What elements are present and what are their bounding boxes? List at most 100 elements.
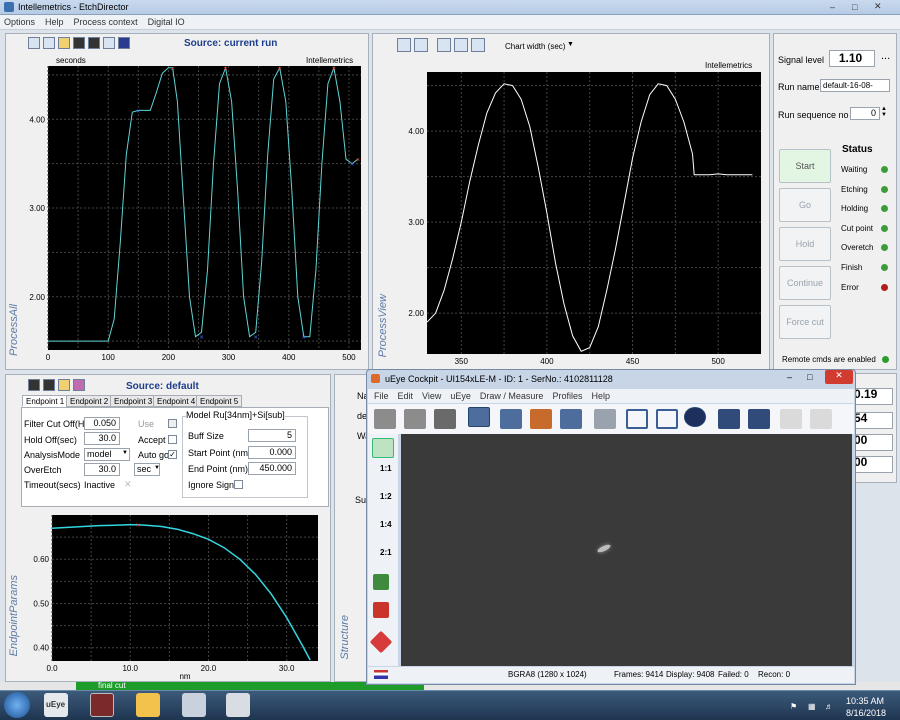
chevron-down-icon[interactable]: ▼	[567, 41, 574, 48]
ueye-menu-view[interactable]: View	[422, 391, 441, 401]
scatter-chart-icon[interactable]	[437, 38, 451, 52]
save-as-icon[interactable]	[88, 37, 100, 49]
network-icon[interactable]: ▦	[808, 702, 816, 711]
ueye-menu-help[interactable]: Help	[591, 391, 610, 401]
delete-overlay-icon[interactable]	[373, 602, 389, 618]
buff-size-input[interactable]: 5	[248, 429, 296, 442]
aoi-delete-icon[interactable]	[656, 409, 678, 429]
end-point-input[interactable]: 450.000	[248, 462, 296, 475]
accept-checkbox[interactable]	[168, 435, 177, 444]
ueye-menu-profiles[interactable]: Profiles	[552, 391, 582, 401]
wrench-icon[interactable]	[594, 409, 616, 429]
bar-chart-icon[interactable]	[454, 38, 468, 52]
save-icon[interactable]	[73, 37, 85, 49]
hold-off-input[interactable]: 30.0	[84, 432, 120, 445]
menu-options[interactable]: Options	[4, 17, 35, 27]
overetch-input[interactable]: 30.0	[84, 463, 120, 476]
clear-icon[interactable]: ✕	[124, 479, 132, 490]
y-tick-label: 0.60	[33, 555, 49, 564]
tab-endpoint-4[interactable]: Endpoint 4	[153, 395, 200, 407]
hold-button[interactable]: Hold	[779, 227, 831, 261]
chart-width-dropdown[interactable]: Chart width (sec)	[505, 42, 565, 51]
tab-endpoint-5[interactable]: Endpoint 5	[196, 395, 243, 407]
ueye-maximize-icon[interactable]: □	[807, 372, 812, 382]
camera-image-view[interactable]	[401, 434, 852, 666]
flag-tray-icon[interactable]: ⚑	[790, 702, 797, 711]
ueye-minimize-icon[interactable]: –	[787, 372, 792, 382]
more-button[interactable]: ...	[881, 50, 890, 62]
ueye-menu-ueye[interactable]: uEye	[450, 391, 471, 401]
snipping-tool-icon[interactable]	[226, 693, 250, 717]
chart-icon[interactable]	[28, 37, 40, 49]
ueye-menu-file[interactable]: File	[374, 391, 389, 401]
save-icon[interactable]	[28, 379, 40, 391]
spinner-icon[interactable]: ▲ ▼	[881, 106, 887, 118]
tab-endpoint-3[interactable]: Endpoint 3	[110, 395, 157, 407]
start-point-input[interactable]: 0.000	[248, 446, 296, 459]
filter-cutoff-input[interactable]: 0.050	[84, 417, 120, 430]
palette-dropdown-icon[interactable]	[118, 37, 130, 49]
endpoint-tab-content: Filter Cut Off(Hz) 0.050 Hold Off(sec) 3…	[21, 407, 329, 507]
copy-icon[interactable]	[43, 379, 55, 391]
snapshot-icon[interactable]	[500, 409, 522, 429]
go-button[interactable]: Go	[779, 188, 831, 222]
camera-open-icon[interactable]	[374, 409, 396, 429]
calculator-icon[interactable]	[182, 693, 206, 717]
close-icon[interactable]: ✕	[874, 1, 882, 12]
tab-endpoint-1[interactable]: Endpoint 1	[22, 395, 69, 407]
add-overlay-icon[interactable]	[373, 574, 389, 590]
ueye-menu-draw-measure[interactable]: Draw / Measure	[480, 391, 544, 401]
etchdirector-taskbar-icon[interactable]	[90, 693, 114, 717]
file-explorer-icon[interactable]	[136, 693, 160, 717]
menu-process-context[interactable]: Process context	[74, 17, 138, 27]
auto-go-checkbox[interactable]: ✓	[168, 450, 177, 459]
chevron-down-icon[interactable]: ▼	[122, 450, 128, 456]
zoom-1-2-icon[interactable]: 1:2	[380, 492, 392, 501]
script-icon[interactable]	[73, 379, 85, 391]
camera-close-icon[interactable]	[404, 409, 426, 429]
gear-icon[interactable]	[684, 407, 706, 427]
line-chart-icon[interactable]	[397, 38, 411, 52]
endpoint-chart[interactable]: 0.0 10.0 20.0 30.0 0.40 0.50 0.60 × nm	[20, 513, 326, 681]
settings-dropdown-icon[interactable]	[103, 37, 115, 49]
use-checkbox[interactable]	[168, 419, 177, 428]
live-video-icon[interactable]	[468, 407, 490, 427]
maximize-icon[interactable]: □	[852, 2, 857, 12]
aoi-icon[interactable]	[626, 409, 648, 429]
area-chart-icon[interactable]	[414, 38, 428, 52]
clock-date[interactable]: 8/16/2018	[846, 708, 886, 718]
hotpixel-icon[interactable]	[718, 409, 740, 429]
open-folder-icon[interactable]	[58, 379, 70, 391]
tab-endpoint-2[interactable]: Endpoint 2	[66, 395, 113, 407]
volume-icon[interactable]: ♬	[825, 702, 833, 711]
run-name-input[interactable]: default-16-08-18_1(	[820, 79, 890, 92]
run-sequence-input[interactable]: 0	[850, 107, 880, 120]
curve-chart-icon[interactable]	[471, 38, 485, 52]
ignore-sign-checkbox[interactable]	[234, 480, 243, 489]
clock-time[interactable]: 10:35 AM	[846, 696, 884, 706]
record-icon[interactable]	[530, 409, 552, 429]
zoom-1-4-icon[interactable]: 1:4	[380, 520, 392, 529]
menu-help[interactable]: Help	[45, 17, 64, 27]
zoom-1-1-icon[interactable]: 1:1	[380, 464, 392, 473]
chevron-down-icon[interactable]: ▼	[154, 465, 160, 471]
zoom-2-1-icon[interactable]: 2:1	[380, 548, 392, 557]
process-view-chart[interactable]: 350 400 450 500 2.00 3.00 4.00	[391, 70, 767, 368]
chart-zoom-icon[interactable]	[43, 37, 55, 49]
minimize-icon[interactable]: –	[830, 2, 835, 12]
stop-video-icon[interactable]	[560, 409, 582, 429]
start-menu-icon[interactable]	[4, 692, 30, 718]
camera-settings-icon[interactable]	[434, 409, 456, 429]
start-button[interactable]: Start	[779, 149, 831, 183]
ueye-menu-edit[interactable]: Edit	[398, 391, 414, 401]
process-all-chart[interactable]: 0 100 200 300 400 5002.003.004.00××××××××××	[26, 64, 366, 366]
menu-digital-io[interactable]: Digital IO	[148, 17, 185, 27]
fit-window-icon[interactable]	[372, 438, 394, 458]
force-cut-button[interactable]: Force cut	[779, 305, 831, 339]
ueye-taskbar-icon[interactable]: uEye	[44, 693, 68, 717]
continue-button[interactable]: Continue	[779, 266, 831, 300]
open-folder-icon[interactable]	[58, 37, 70, 49]
pencil-icon[interactable]	[369, 630, 393, 654]
hotpixel-delete-icon[interactable]	[748, 409, 770, 429]
ueye-close-icon[interactable]: ✕	[825, 370, 853, 384]
